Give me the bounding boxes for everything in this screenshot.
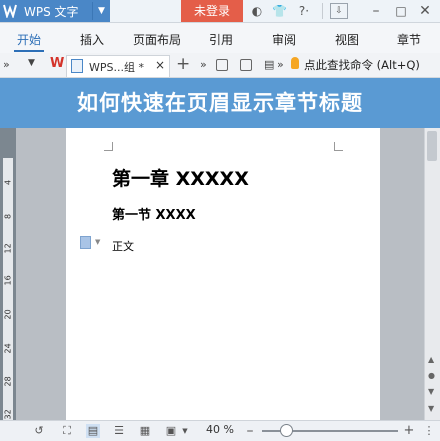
double-chevron-right-icon[interactable]: » bbox=[3, 58, 10, 71]
ruler-number: 16 bbox=[3, 275, 13, 286]
dropdown-arrow-icon[interactable]: ▼ bbox=[178, 424, 192, 438]
scroll-up-icon[interactable]: ▲ bbox=[428, 355, 434, 364]
heading-2[interactable]: 第一节 XXXX bbox=[112, 204, 196, 223]
scroll-down-icon[interactable]: ▼ bbox=[428, 404, 434, 413]
document-tab[interactable]: WPS...组 * × bbox=[66, 55, 170, 77]
tab-review[interactable]: 审阅 bbox=[272, 31, 296, 48]
wps-w-icon: W bbox=[50, 56, 65, 71]
fullscreen-icon[interactable]: ⛶ bbox=[60, 424, 74, 438]
wps-logo-icon bbox=[3, 4, 17, 18]
save-icon[interactable] bbox=[216, 59, 228, 71]
dropdown-arrow-icon[interactable]: ▼ bbox=[95, 238, 100, 246]
outline-view-icon[interactable]: ☰ bbox=[112, 424, 126, 438]
vertical-ruler: 4 8 12 16 20 24 28 32 bbox=[0, 128, 16, 420]
tab-home[interactable]: 开始 bbox=[17, 31, 41, 48]
minimize-icon[interactable]: – bbox=[368, 3, 384, 19]
margin-marker bbox=[104, 142, 113, 151]
tab-references[interactable]: 引用 bbox=[209, 31, 233, 48]
close-tab-icon[interactable]: × bbox=[155, 58, 165, 72]
zoom-slider-handle[interactable] bbox=[280, 424, 293, 437]
ruler-number: 20 bbox=[3, 309, 13, 320]
ruler-number: 28 bbox=[3, 376, 13, 387]
print-icon[interactable]: ▤ bbox=[264, 58, 274, 71]
scrollbar-thumb[interactable] bbox=[427, 131, 437, 161]
status-menu-icon[interactable]: ⋮ bbox=[422, 424, 436, 438]
ribbon-tabs: 开始 插入 页面布局 引用 审阅 视图 章节 bbox=[0, 23, 440, 54]
document-tab-title: WPS...组 * bbox=[89, 61, 144, 74]
web-view-icon[interactable]: ▦ bbox=[138, 424, 152, 438]
double-chevron-right-icon[interactable]: » bbox=[277, 58, 284, 71]
close-icon[interactable]: ✕ bbox=[417, 3, 433, 19]
new-tab-button[interactable]: + bbox=[176, 54, 190, 74]
reading-view-icon[interactable]: ▣ bbox=[164, 424, 178, 438]
ruler-number: 32 bbox=[3, 409, 13, 420]
divider bbox=[322, 3, 323, 19]
ruler-number: 12 bbox=[3, 243, 13, 254]
tab-view[interactable]: 视图 bbox=[335, 31, 359, 48]
export-icon[interactable] bbox=[240, 59, 252, 71]
tab-insert[interactable]: 插入 bbox=[80, 31, 104, 48]
document-icon bbox=[71, 59, 83, 73]
next-page-icon[interactable]: ▼ bbox=[428, 387, 434, 396]
lightbulb-icon bbox=[291, 57, 299, 69]
status-bar: ↺ ⛶ ▤ ☰ ▦ ▣ ▼ 40 % – + ⋮ bbox=[0, 420, 440, 441]
skin-icon[interactable]: ◐ bbox=[250, 3, 264, 19]
zoom-in-icon[interactable]: + bbox=[402, 424, 416, 438]
shirt-icon[interactable]: 👕 bbox=[272, 3, 287, 19]
heading-1[interactable]: 第一章 XXXXX bbox=[112, 164, 249, 191]
document-page[interactable]: 第一章 XXXXX 第一节 XXXX ▼ 正文 bbox=[66, 128, 380, 420]
history-icon[interactable]: ↺ bbox=[32, 424, 46, 438]
app-name: WPS 文字 bbox=[24, 5, 79, 19]
dropdown-arrow-icon[interactable]: ▼ bbox=[28, 58, 35, 68]
body-text[interactable]: 正文 bbox=[112, 238, 134, 254]
previous-page-icon[interactable]: ● bbox=[428, 371, 435, 380]
paragraph-icon[interactable] bbox=[80, 236, 91, 249]
double-chevron-right-icon[interactable]: » bbox=[200, 58, 207, 71]
margin-marker bbox=[334, 142, 343, 151]
tab-chapter[interactable]: 章节 bbox=[397, 31, 421, 48]
app-menu-button[interactable]: WPS 文字 ▼ bbox=[0, 0, 110, 22]
page-view-icon[interactable]: ▤ bbox=[86, 424, 100, 438]
chevron-down-icon[interactable]: ▼ bbox=[92, 2, 110, 20]
command-search[interactable]: 点此查找命令 (Alt+Q) bbox=[304, 57, 420, 73]
ruler-number: 24 bbox=[3, 343, 13, 354]
zoom-out-icon[interactable]: – bbox=[243, 424, 257, 438]
tab-page-layout[interactable]: 页面布局 bbox=[133, 31, 181, 48]
tutorial-banner: 如何快速在页眉显示章节标题 bbox=[0, 78, 440, 128]
zoom-level[interactable]: 40 % bbox=[206, 423, 234, 436]
help-icon[interactable]: ?· bbox=[294, 3, 314, 19]
ruler-number: 4 bbox=[3, 179, 13, 186]
restore-window-icon[interactable]: ⇩ bbox=[330, 3, 348, 19]
ruler-number: 8 bbox=[3, 213, 13, 220]
maximize-icon[interactable]: □ bbox=[393, 3, 409, 19]
active-tab-indicator bbox=[14, 50, 44, 52]
login-button[interactable]: 未登录 bbox=[181, 0, 243, 22]
